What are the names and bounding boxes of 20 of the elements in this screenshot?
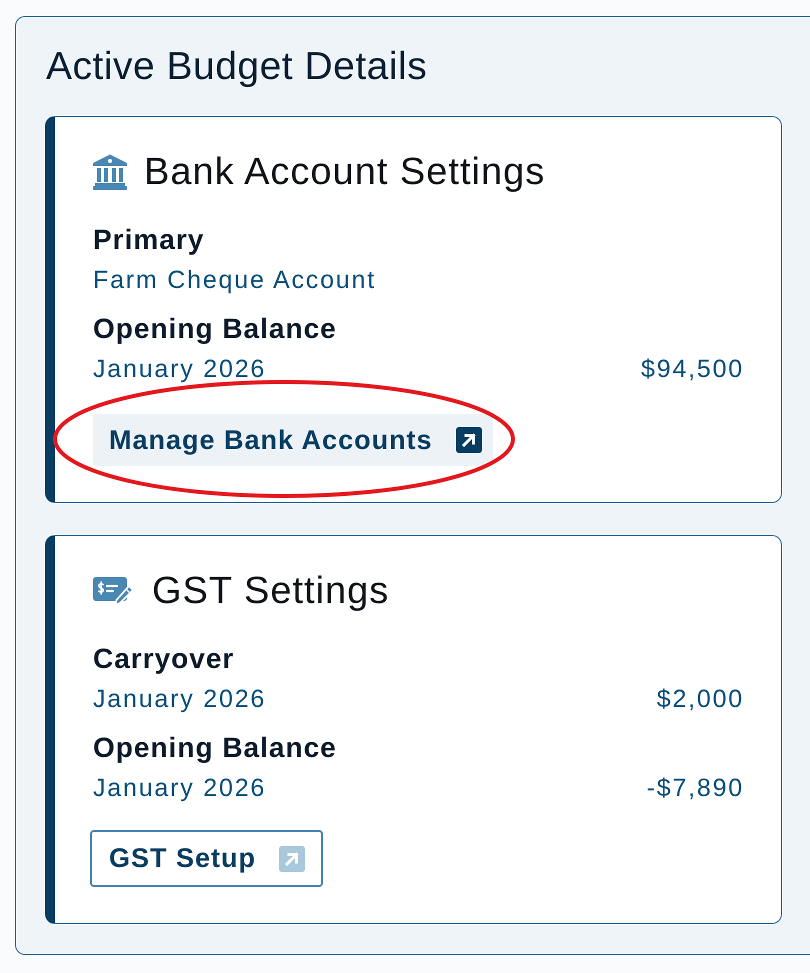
field-amount: $2,000	[656, 684, 744, 715]
field-amount: $94,500	[641, 354, 744, 385]
field-label: Opening Balance	[93, 312, 337, 346]
field-value: Farm Cheque Account	[93, 265, 376, 296]
field-value: January 2026	[93, 684, 266, 715]
panel-title: Active Budget Details	[46, 45, 428, 89]
card-title: GST Settings	[152, 569, 390, 613]
field-label: Carryover	[93, 642, 234, 676]
field-label: Primary	[93, 223, 204, 257]
link-button[interactable]: Manage Bank Accounts	[93, 414, 493, 466]
field-amount: -$7,890	[646, 773, 744, 804]
field-label: Opening Balance	[93, 731, 337, 765]
external-link-icon	[279, 846, 306, 872]
field-value: January 2026	[93, 773, 266, 804]
field-value: January 2026	[93, 354, 266, 385]
link-button[interactable]: GST Setup	[90, 830, 324, 887]
cheque-pen-icon	[93, 576, 134, 606]
card-title: Bank Account Settings	[144, 150, 546, 194]
bank-icon	[93, 154, 127, 190]
external-link-icon	[456, 427, 482, 453]
